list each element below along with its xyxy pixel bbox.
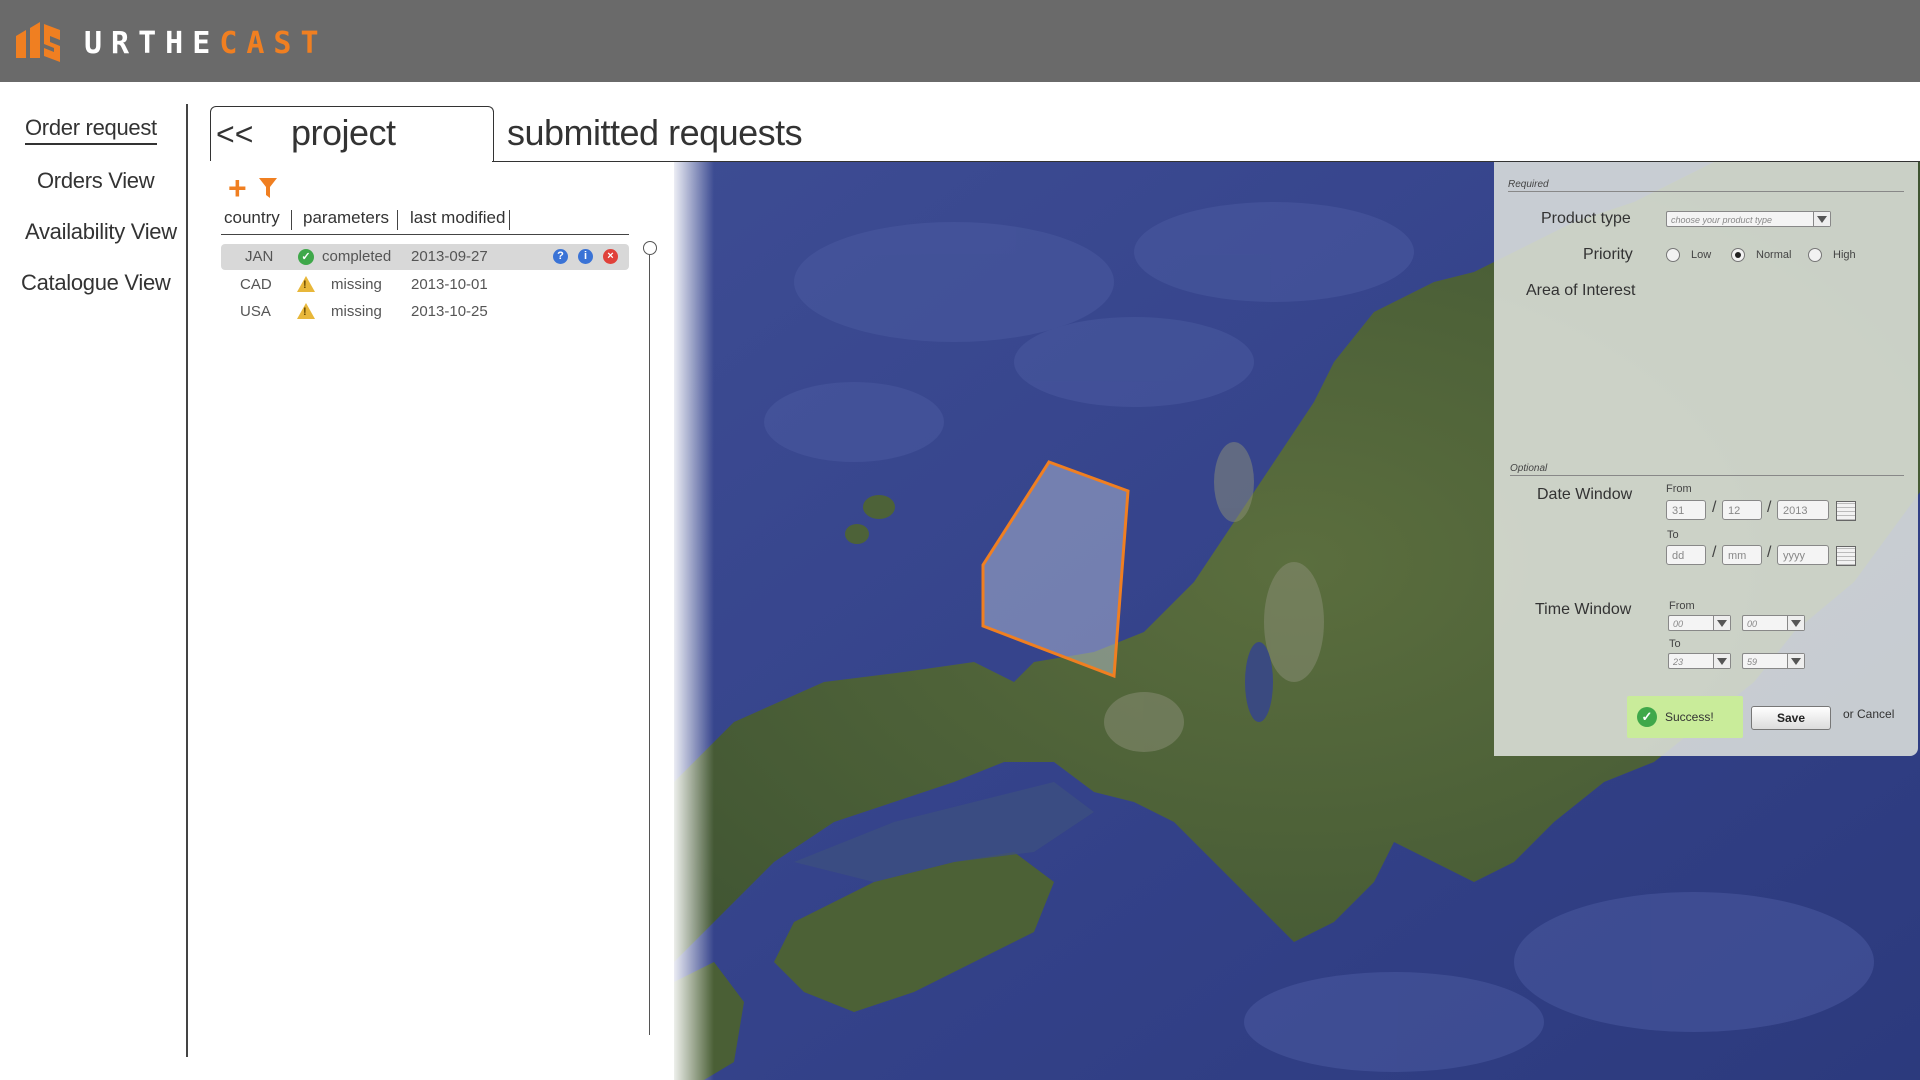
time-from-minute-select[interactable]: 00 — [1742, 615, 1805, 631]
warning-icon: ! — [297, 303, 315, 319]
date-from-label: From — [1666, 483, 1692, 495]
nav-orders-view[interactable]: Orders View — [37, 168, 155, 194]
date-from-month-input[interactable]: 12 — [1722, 500, 1762, 520]
time-to-minute-value: 59 — [1747, 657, 1758, 667]
row-status: missing — [331, 276, 382, 293]
table-row[interactable]: USA ! missing 2013-10-25 — [221, 299, 629, 325]
row-modified: 2013-09-27 — [411, 248, 488, 265]
chevron-down-icon — [1787, 616, 1804, 630]
calendar-icon[interactable] — [1836, 501, 1856, 521]
date-to-label: To — [1667, 529, 1679, 541]
column-header-country[interactable]: country — [224, 208, 280, 228]
row-status: completed — [322, 248, 392, 265]
warning-icon: ! — [297, 276, 315, 292]
date-from-year-input[interactable]: 2013 — [1777, 500, 1829, 520]
product-type-select[interactable]: choose your product type — [1666, 211, 1831, 227]
date-to-month-input[interactable]: mm — [1722, 545, 1762, 565]
tab-submitted-requests[interactable]: submitted requests — [507, 112, 803, 154]
success-message: ✓ Success! — [1627, 696, 1743, 738]
chevron-down-icon — [1713, 616, 1730, 630]
row-country: CAD — [240, 276, 272, 293]
nav-divider — [186, 104, 188, 1057]
collapse-back-button[interactable]: << — [216, 116, 253, 153]
optional-section-label: Optional — [1510, 463, 1548, 474]
column-separator — [509, 210, 510, 230]
priority-normal-radio[interactable] — [1731, 248, 1745, 262]
column-header-last-modified[interactable]: last modified — [410, 208, 505, 228]
time-from-hour-value: 00 — [1673, 619, 1684, 629]
date-from-day-input[interactable]: 31 — [1666, 500, 1706, 520]
row-modified: 2013-10-25 — [411, 303, 488, 320]
chevron-down-icon — [1813, 212, 1830, 226]
column-header-parameters[interactable]: parameters — [303, 208, 389, 228]
priority-normal-label: Normal — [1756, 249, 1792, 261]
row-country: JAN — [245, 248, 274, 265]
nav-order-request[interactable]: Order request — [25, 115, 157, 145]
tab-project-label[interactable]: project — [291, 112, 396, 154]
time-window-label: Time Window — [1535, 601, 1632, 618]
date-to-day-input[interactable]: dd — [1666, 545, 1706, 565]
date-to-year-input[interactable]: yyyy — [1777, 545, 1829, 565]
column-separator — [397, 210, 398, 230]
product-type-placeholder: choose your product type — [1671, 215, 1773, 225]
section-divider — [1508, 191, 1904, 192]
priority-high-label: High — [1833, 249, 1856, 261]
map-edge-fade — [674, 162, 714, 1080]
time-from-minute-value: 00 — [1747, 619, 1758, 629]
nav-catalogue-view[interactable]: Catalogue View — [21, 270, 171, 296]
check-icon: ✓ — [298, 249, 314, 265]
brand-logo: URTHECAST — [84, 26, 328, 61]
table-row[interactable]: CAD ! missing 2013-10-01 — [221, 272, 629, 298]
time-to-hour-value: 23 — [1673, 657, 1684, 667]
date-separator: / — [1712, 544, 1717, 561]
help-icon[interactable]: ? — [553, 249, 568, 264]
date-separator: / — [1767, 499, 1772, 516]
panel-resize-handle[interactable] — [643, 241, 657, 255]
required-section-label: Required — [1508, 179, 1549, 190]
section-divider — [1510, 475, 1904, 476]
date-separator: / — [1767, 544, 1772, 561]
check-circle-icon: ✓ — [1637, 707, 1657, 727]
time-from-hour-select[interactable]: 00 — [1668, 615, 1731, 631]
calendar-icon[interactable] — [1836, 546, 1856, 566]
date-separator: / — [1712, 499, 1717, 516]
urthecast-logo-icon — [16, 22, 60, 62]
panel-resize-track — [649, 255, 650, 1035]
row-modified: 2013-10-01 — [411, 276, 488, 293]
time-from-label: From — [1669, 600, 1695, 612]
priority-label: Priority — [1583, 246, 1633, 263]
row-country: USA — [240, 303, 271, 320]
priority-low-label: Low — [1691, 249, 1712, 261]
area-of-interest-label: Area of Interest — [1526, 282, 1636, 299]
time-to-minute-select[interactable]: 59 — [1742, 653, 1805, 669]
date-window-label: Date Window — [1537, 486, 1633, 503]
save-button[interactable]: Save — [1751, 706, 1831, 730]
top-bar: URTHECAST — [0, 0, 1920, 82]
header-divider — [221, 234, 629, 235]
row-status: missing — [331, 303, 382, 320]
filter-icon[interactable] — [258, 176, 278, 200]
chevron-down-icon — [1713, 654, 1730, 668]
time-to-label: To — [1669, 638, 1681, 650]
priority-high-radio[interactable] — [1808, 248, 1822, 262]
table-row[interactable]: JAN ✓ completed 2013-09-27 ? i × — [221, 244, 629, 270]
column-separator — [291, 210, 292, 230]
delete-icon[interactable]: × — [603, 249, 618, 264]
product-type-label: Product type — [1541, 210, 1631, 227]
chevron-down-icon — [1787, 654, 1804, 668]
info-icon[interactable]: i — [578, 249, 593, 264]
priority-low-radio[interactable] — [1666, 248, 1680, 262]
time-to-hour-select[interactable]: 23 — [1668, 653, 1731, 669]
cancel-link[interactable]: or Cancel — [1843, 707, 1894, 721]
add-project-button[interactable]: + — [228, 172, 247, 204]
success-text: Success! — [1665, 710, 1714, 724]
nav-availability-view[interactable]: Availability View — [25, 219, 177, 245]
